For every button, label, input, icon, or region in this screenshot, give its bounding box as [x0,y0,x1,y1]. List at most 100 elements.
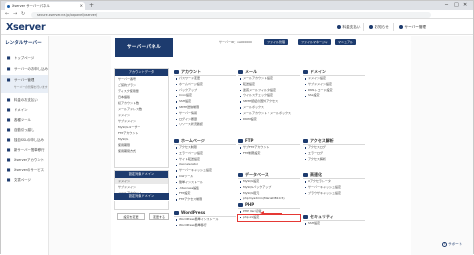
new-tab-button[interactable]: + [89,1,94,10]
menu-link[interactable]: ブラウザキャッシュ設定 [303,191,365,197]
section-header: PHP [238,201,300,209]
url-input[interactable]: secure.xserver.ne.jp/xapanel/xserver/ [31,11,431,18]
user-icon: ■ [6,157,11,162]
browser-tab[interactable]: Xserver サーバーパネル × [5,2,85,10]
home-icon: ■ [6,55,11,60]
section-icon [238,203,243,207]
manual-button[interactable]: マニュアル [335,39,356,45]
section-header: 高速化 [303,171,365,179]
sidebar-item[interactable]: ■ 独自SSLの申し込み [1,135,48,145]
sidebar-item[interactable]: ■ トップページ [1,53,48,63]
sidebar-title: レンタルサーバー [5,41,42,46]
menu-section: アカウント パスワード変更 ホームページ設定 バックアップ Cron設定 SSH設定 SMT… [174,68,236,128]
section-title: アクセス解析 [310,138,334,143]
bell-icon [369,25,373,29]
section-header: ホームページ [174,137,236,145]
sidebar-item[interactable]: ■ サーバーのお申し込み [1,64,48,74]
server-icon: ■ [6,77,11,82]
section-title: セキュリティ [310,214,334,219]
cart-icon: ■ [6,66,11,71]
section-icon [303,173,308,177]
forward-button[interactable]: → [13,10,17,19]
section-icon [238,173,243,177]
section-icon [303,139,308,143]
sidebar-item[interactable]: ■ 自動引っ越し [1,125,48,135]
header-divider [363,23,364,31]
section-icon [238,70,243,74]
section-header: アカウント [174,68,236,76]
sidebar-item-label: トップページ [14,56,35,60]
yen-icon: ■ [6,97,11,102]
sidebar-item[interactable]: ■ 料金のお支払い [1,95,48,105]
menu-link[interactable]: アクセス解析 [303,157,365,163]
sidebar-item[interactable]: ■ サーバー管理 [1,75,48,93]
account-data-card: アカウントデータ サーバー番号 ご契約プラン ディスク使用量 日本語版 続アカウント数メ… [114,68,169,168]
file-manager-button[interactable]: ファイルマネージャ [298,39,331,45]
file-manage-button[interactable]: ファイル管理 [264,39,289,45]
section-title: FTP [245,138,254,143]
support-button[interactable]: ? サポート [442,239,470,249]
sidebar-item[interactable]: ■ 文書ページ [1,175,48,185]
domain-target-card: 設定対象ドメイン ドメインサブドメインメールアカウントFTPアカウント [114,170,169,210]
menu-section: WordPress WordPress簡単インストール WordPress簡単移行 [174,209,236,229]
menu-link[interactable]: DKIM設定 [238,117,300,123]
sidebar-item[interactable]: ■ 各種ツール [1,115,48,125]
section-title: ドメイン [310,69,326,74]
close-window-button[interactable]: ✕ [463,1,467,10]
menu-link[interactable]: WordPress簡単移行 [174,223,236,229]
server-manage-button[interactable]: サーバー管理 [399,23,426,31]
sidebar-item-label: 自動引っ越し [14,128,35,132]
xserver-logo[interactable]: Xserver [6,22,46,33]
menu-link[interactable]: SSH設定 [303,221,365,227]
section-title: ホームページ [181,138,205,143]
domain-select-title: 設定対象ドメイン [114,193,169,200]
menu-link[interactable]: FTP制限設定 [238,151,300,157]
section-title: メール [245,69,257,74]
maximize-button[interactable]: □ [454,1,459,10]
menu-section: アクセス解析 アクセスログ エラーログ アクセス解析 [303,137,365,162]
question-icon: ? [442,241,447,247]
section-header: ドメイン [303,68,365,76]
sidebar-item-label: Xserverアカウント [14,158,45,162]
minimize-button[interactable]: ─ [445,1,448,10]
server-id: サーバーID：xs000000 [219,40,252,44]
notice-label: お知らせ [374,25,389,29]
server-icon [399,25,403,29]
sidebar-item-label: Xserverのサービス [14,168,45,172]
sidebar-item[interactable]: ■ ドメイン [1,105,48,115]
section-header: FTP [238,137,300,145]
section-header: アクセス解析 [303,137,365,145]
sidebar-item[interactable]: ■ 新サーバー簡単移行 [1,145,48,155]
sidebar-item-sub: サーバーの管理を行います [14,85,48,89]
sidebar-item[interactable]: ■ Xserverのサービス [1,165,48,175]
menu-section: PHP PHP Ver.切替 php.ini設定 [237,201,301,222]
menu-link[interactable]: リソース状況確認 [174,122,236,128]
change-button[interactable]: 変更する [149,213,169,220]
menu-link[interactable]: SSL設定 [303,93,365,99]
sidebar-item-label: サーバーのお申し込み [14,67,48,71]
grid-icon: ■ [6,167,11,172]
payment-button[interactable]: 料金支払い [337,23,360,31]
section-title: データベース [245,172,269,177]
domain-select-card: 設定対象ドメイン [114,193,169,201]
section-header: セキュリティ [303,213,365,221]
browser-window: Xserver サーバーパネル × + ─ □ ✕ ← → ↻ secure.x… [0,0,474,255]
change-settings-button[interactable]: 設定を変更 [117,213,145,220]
doc-icon: ■ [6,177,11,182]
sidebar-item-label: サーバー管理 [14,78,35,82]
server-manage-label: サーバー管理 [404,25,427,29]
tab-close-icon[interactable]: × [80,2,83,10]
reload-button[interactable]: ↻ [21,10,25,19]
address-bar: ← → ↻ secure.xserver.ne.jp/xapanel/xserv… [1,10,473,19]
notice-button[interactable]: お知らせ [369,23,389,31]
header-divider [393,23,394,31]
back-button[interactable]: ← [5,10,9,19]
tab-title: Xserver サーバーパネル [12,4,50,8]
sidebar-item-label: 料金のお支払い [14,98,38,102]
menu-link[interactable]: FTPアクセス制限 [174,197,236,203]
menu-section: FTP サブFTPアカウント FTP制限設定 [238,137,300,157]
section-icon [238,139,243,143]
php-ini-settings-link[interactable]: php.ini設定 [237,214,301,222]
sidebar-item[interactable]: ■ Xserverアカウント [1,155,48,165]
globe-icon: ■ [6,107,11,112]
